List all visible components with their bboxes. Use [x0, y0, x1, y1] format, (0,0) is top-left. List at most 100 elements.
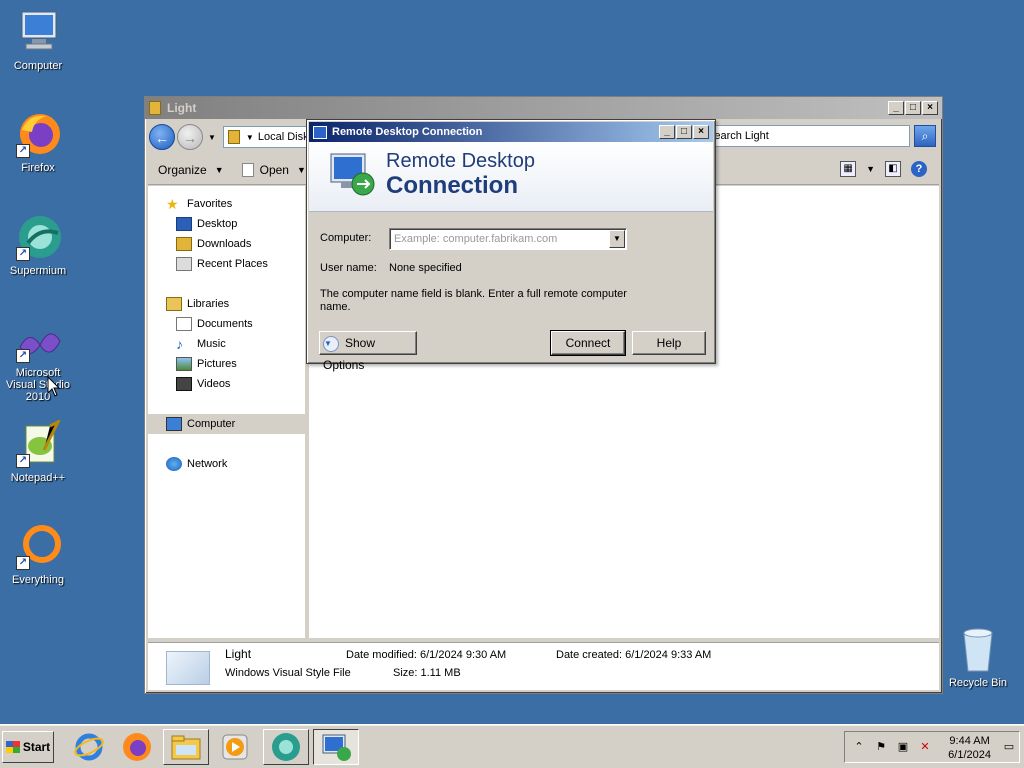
taskbar-internet-explorer[interactable] [66, 729, 112, 765]
details-date-modified: Date modified: 6/1/2024 9:30 AM [346, 649, 507, 661]
start-button[interactable]: Start [2, 731, 54, 763]
music-icon: ♪ [176, 336, 183, 352]
clock[interactable]: 9:44 AM 6/1/2024 [948, 734, 991, 762]
close-button[interactable]: × [922, 101, 938, 115]
taskbar: Start ⌃ ⚑ ▣ ✕ 9:44 AM 6/1/2024 ▭ [0, 724, 1024, 768]
search-button[interactable]: ⌕ [914, 125, 936, 147]
computer-combobox[interactable]: Example: computer.fabrikam.com ▼ [389, 228, 627, 250]
desktop-icon-firefox[interactable]: ↗ Firefox [0, 110, 76, 174]
details-filename: Light [225, 647, 252, 661]
show-desktop-icon[interactable]: ▭ [1001, 739, 1017, 755]
system-tray: ⌃ ⚑ ▣ ✕ 9:44 AM 6/1/2024 ▭ [844, 731, 1020, 763]
details-size: Size: 1.11 MB [393, 667, 461, 679]
firefox-icon [123, 733, 151, 761]
nav-videos[interactable]: Videos [176, 374, 230, 394]
nav-computer[interactable]: Computer [148, 414, 305, 434]
organize-button[interactable]: Organize ▼ [158, 163, 224, 177]
desktop-icon-label: Everything [12, 574, 64, 586]
desktop-icon-label: Firefox [21, 162, 55, 174]
open-button[interactable]: Open ▼ [241, 162, 306, 177]
views-icon[interactable]: ▦ [840, 161, 857, 177]
explorer-title: Light [167, 101, 197, 115]
explorer-icon [171, 735, 201, 760]
show-options-button[interactable]: ▼ Show Options [319, 331, 417, 372]
nav-recent-places[interactable]: Recent Places [176, 254, 268, 274]
desktop-icon-label: Computer [13, 60, 63, 72]
network-tray-icon[interactable]: ▣ [895, 739, 911, 755]
nav-music[interactable]: ♪ Music [176, 334, 226, 354]
nav-pictures[interactable]: Pictures [176, 354, 237, 374]
everything-icon: ↗ [14, 522, 62, 570]
clock-time: 9:44 AM [949, 735, 990, 747]
connect-button[interactable]: Connect [550, 330, 626, 356]
taskbar-remote-desktop[interactable] [313, 729, 359, 765]
minimize-button[interactable]: _ [888, 101, 904, 115]
nav-favorites[interactable]: ★ Favorites [166, 194, 232, 214]
breadcrumb-local-disk[interactable]: Local Disk [258, 131, 309, 143]
documents-icon [176, 317, 192, 331]
organize-label: Organize [158, 162, 207, 177]
username-value: None specified [389, 262, 462, 274]
nav-downloads[interactable]: Downloads [176, 234, 251, 254]
shortcut-arrow-icon: ↗ [16, 247, 30, 261]
taskbar-explorer[interactable] [163, 729, 209, 765]
visual-style-file-icon [166, 651, 210, 685]
nav-label: Videos [197, 378, 231, 390]
username-label: User name: [320, 262, 377, 274]
rdc-title: Remote Desktop Connection [332, 126, 483, 138]
details-filetype: Windows Visual Style File [225, 667, 351, 679]
nav-desktop[interactable]: Desktop [176, 214, 237, 234]
taskbar-media-player[interactable] [212, 729, 258, 765]
forward-button[interactable]: → [177, 124, 203, 150]
desktop-icon-notepadpp[interactable]: ↗ Notepad++ [0, 418, 76, 484]
rdc-banner-title-line1: Remote Desktop [386, 150, 535, 172]
chevron-down-icon: ▼ [296, 164, 306, 175]
desktop-icon-label: Supermium [9, 265, 67, 277]
rdc-status-message: The computer name field is blank. Enter … [320, 288, 627, 313]
explorer-titlebar[interactable]: Light _ □ × [145, 97, 942, 119]
internet-explorer-icon [74, 733, 104, 761]
show-hidden-icons-icon[interactable]: ⌃ [851, 739, 867, 755]
volume-muted-icon[interactable]: ✕ [917, 739, 933, 755]
details-date-created: Date created: 6/1/2024 9:33 AM [556, 649, 712, 661]
desktop-icon-everything[interactable]: ↗ Everything [0, 522, 76, 586]
search-input[interactable]: Search Light [700, 125, 910, 147]
help-button[interactable]: Help [632, 331, 706, 355]
star-icon: ★ [166, 196, 179, 212]
shortcut-arrow-icon: ↗ [16, 144, 30, 158]
computer-icon [14, 8, 62, 56]
desktop-icon-computer[interactable]: Computer [0, 8, 76, 72]
recycle-bin-icon [958, 625, 998, 673]
recent-pages-dropdown-icon[interactable]: ▼ [208, 133, 216, 142]
shortcut-arrow-icon: ↗ [16, 556, 30, 570]
rdc-titlebar[interactable]: Remote Desktop Connection _ □ × [309, 122, 713, 142]
clock-date: 6/1/2024 [948, 749, 991, 761]
desktop-icon-supermium[interactable]: ↗ Supermium [0, 213, 76, 277]
desktop-icon-recycle-bin[interactable]: Recycle Bin [940, 625, 1016, 689]
taskbar-supermium[interactable] [263, 729, 309, 765]
nav-documents[interactable]: Documents [176, 314, 253, 334]
nav-label: Recent Places [197, 258, 268, 270]
minimize-button[interactable]: _ [659, 125, 675, 139]
maximize-button[interactable]: □ [905, 101, 921, 115]
open-label: Open [259, 162, 289, 177]
maximize-button[interactable]: □ [676, 125, 692, 139]
chevron-down-icon[interactable]: ▼ [609, 230, 625, 248]
nav-network[interactable]: Network [166, 454, 227, 474]
nav-libraries[interactable]: Libraries [166, 294, 229, 314]
rdc-banner-title-line2: Connection [386, 172, 518, 199]
back-button[interactable]: ← [149, 124, 175, 150]
taskbar-firefox[interactable] [114, 729, 160, 765]
folder-icon [149, 101, 161, 115]
desktop-icon-label: Microsoft Visual Studio 2010 [5, 367, 70, 403]
help-icon[interactable]: ? [911, 161, 927, 177]
nav-label: Favorites [187, 198, 233, 210]
action-center-flag-icon[interactable]: ⚑ [873, 739, 889, 755]
preview-pane-icon[interactable]: ◧ [885, 161, 901, 177]
windows-logo-icon [5, 741, 20, 753]
close-button[interactable]: × [693, 125, 709, 139]
desktop-icon-visual-studio[interactable]: ↗ Microsoft Visual Studio 2010 [0, 327, 76, 403]
shortcut-arrow-icon: ↗ [16, 349, 30, 363]
views-dropdown-icon[interactable]: ▼ [866, 164, 875, 174]
computer-input-placeholder: Example: computer.fabrikam.com [394, 233, 558, 245]
